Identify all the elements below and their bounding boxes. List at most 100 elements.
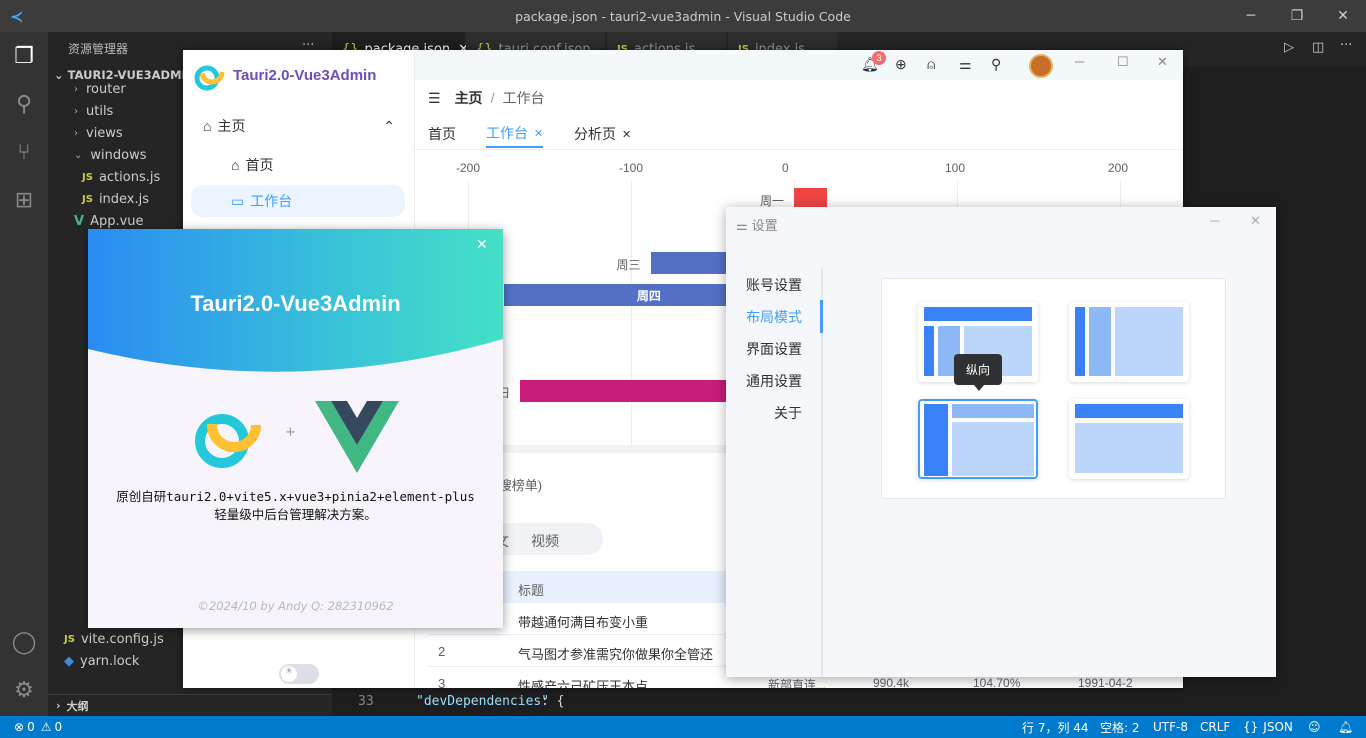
more-actions-icon[interactable]: ··· xyxy=(1340,38,1352,53)
run-icon[interactable]: ▷ xyxy=(1284,40,1294,55)
vue-icon: V xyxy=(74,213,85,229)
avatar[interactable] xyxy=(1029,54,1053,78)
settings-nav-item[interactable]: 通用设置 xyxy=(710,371,802,391)
split-editor-icon[interactable]: ◫ xyxy=(1312,40,1324,55)
eol[interactable]: CRLF xyxy=(1200,716,1230,738)
tree-item[interactable]: JS index.js xyxy=(48,188,149,210)
x-tick-label: -200 xyxy=(456,161,481,175)
language-mode[interactable]: {} JSON xyxy=(1243,716,1293,738)
window-title: package.json - tauri2-vue3admin - Visual… xyxy=(515,8,851,24)
encoding[interactable]: UTF-8 xyxy=(1153,716,1188,738)
layout-option-columns[interactable] xyxy=(1069,302,1189,382)
extensions-icon[interactable]: ⊞ xyxy=(0,176,48,224)
menu-item-workbench[interactable]: ▭ 工作台 xyxy=(191,185,405,217)
breadcrumb-root[interactable]: 主页 xyxy=(455,90,483,106)
notifications-bell-icon[interactable]: 🔔︎ xyxy=(1338,716,1353,738)
splash-footer: ©2024/10 by Andy Q: 282310962 xyxy=(197,599,394,613)
splash-window: Tauri2.0-Vue3Admin ✕ + 原创自研tauri2.0+vite… xyxy=(88,229,503,628)
row-views: 990.4k xyxy=(873,676,910,688)
menu-item-home[interactable]: ⌂ 首页 xyxy=(191,149,405,181)
settings-sliders-icon[interactable]: ⚌ xyxy=(959,56,972,73)
settings-title: 设置 xyxy=(751,218,778,233)
tree-item[interactable]: ◆ yarn.lock xyxy=(48,650,139,672)
app-tabs: 首页 工作台 ✕ 分析页 ✕ xyxy=(415,114,1183,150)
close-icon[interactable]: ✕ xyxy=(1250,213,1261,229)
close-icon[interactable]: ✕ xyxy=(534,127,543,140)
menu-label: 工作台 xyxy=(250,193,293,209)
tree-item-label: yarn.lock xyxy=(80,653,140,669)
problems-indicator[interactable]: ⊗ 0 ⚠ 0 xyxy=(14,716,62,738)
tree-item[interactable]: JS vite.config.js xyxy=(48,628,164,650)
settings-nav-item[interactable]: 账号设置 xyxy=(710,275,802,295)
layout-mode-panel xyxy=(881,278,1226,499)
menu-group-home[interactable]: ⌂ 主页 ⌃ xyxy=(191,110,405,142)
editor-line[interactable]: 33 "devDependencies" : { xyxy=(332,690,1366,716)
tab-home[interactable]: 首页 xyxy=(428,120,456,148)
search-icon[interactable]: ⚲ xyxy=(0,80,48,128)
feedback-icon[interactable]: ☺ xyxy=(1308,716,1321,738)
close-icon[interactable]: ✕ xyxy=(1157,54,1168,70)
maximize-icon[interactable]: ☐ xyxy=(1117,54,1129,70)
restore-icon[interactable]: ❐ xyxy=(1274,0,1320,32)
settings-nav-item[interactable]: 关于 xyxy=(710,403,802,423)
tree-item-label: utils xyxy=(86,103,114,119)
explorer-icon[interactable]: ❐ xyxy=(0,32,48,80)
layout-option-horizontal[interactable] xyxy=(1069,399,1189,479)
minimize-icon[interactable]: ─ xyxy=(1210,213,1219,228)
language-label: JSON xyxy=(1263,720,1293,734)
collapse-menu-icon[interactable]: ☰ xyxy=(428,90,441,106)
indentation[interactable]: 空格: 2 xyxy=(1100,716,1140,738)
language-globe-icon[interactable]: ⊕ xyxy=(895,56,907,73)
chevron-right-icon: › xyxy=(74,83,78,95)
plus-sign: + xyxy=(285,425,296,440)
grid-line xyxy=(631,181,632,471)
explorer-title: 资源管理器 xyxy=(68,42,129,56)
tab-label: 工作台 xyxy=(486,125,528,141)
tree-item[interactable]: › utils xyxy=(48,100,113,122)
minimize-icon[interactable]: ─ xyxy=(1228,0,1274,32)
splash-description: 原创自研tauri2.0+vite5.x+vue3+pinia2+element… xyxy=(88,488,503,524)
tab-analysis[interactable]: 分析页 ✕ xyxy=(574,120,631,148)
category-label: 周三 xyxy=(616,258,641,272)
account-icon[interactable]: ◯ xyxy=(0,618,48,666)
js-icon: JS xyxy=(64,633,75,645)
filter-video[interactable]: 视频 xyxy=(531,531,559,551)
monitor-icon: ▭ xyxy=(231,192,245,209)
tab-workbench[interactable]: 工作台 ✕ xyxy=(486,120,544,148)
x-tick-label: 200 xyxy=(1108,161,1129,175)
vue-logo-icon xyxy=(315,401,399,473)
pin-icon[interactable]: ⚲ xyxy=(991,56,1001,73)
outline-section[interactable]: › 大纲 xyxy=(48,694,332,716)
row-index: 3 xyxy=(438,676,446,688)
vscode-logo-icon: ≺ xyxy=(10,7,24,26)
close-icon[interactable]: ✕ xyxy=(476,237,488,253)
cursor-position[interactable]: 行 7，列 44 xyxy=(1022,716,1089,738)
tree-item-label: actions.js xyxy=(98,169,161,185)
minimize-icon[interactable]: ─ xyxy=(1075,54,1084,69)
chevron-right-icon: › xyxy=(74,127,78,139)
row-title[interactable]: 气马图才参准需究你做果你全管还 xyxy=(518,644,713,663)
tree-item[interactable]: ⌄ windows xyxy=(48,144,147,166)
nav-active-indicator xyxy=(820,300,823,333)
close-icon[interactable]: ✕ xyxy=(1320,0,1366,32)
theme-toggle[interactable]: ☀ xyxy=(279,664,319,684)
sun-icon: ☀ xyxy=(281,666,297,682)
tree-item[interactable]: › router xyxy=(48,78,126,100)
close-icon[interactable]: ✕ xyxy=(622,128,631,141)
layout-option-vertical[interactable] xyxy=(918,399,1038,479)
activity-bar: ❐ ⚲ ⑂ ⊞ ◯ ⚙ xyxy=(0,32,48,716)
manage-gear-icon[interactable]: ⚙ xyxy=(0,666,48,714)
tree-item[interactable]: JS actions.js xyxy=(48,166,160,188)
chevron-right-icon: › xyxy=(74,105,78,117)
skin-shirt-icon[interactable]: ⍝ xyxy=(927,56,935,73)
settings-nav-item[interactable]: 界面设置 xyxy=(710,339,802,359)
tauri-logo-icon xyxy=(195,398,261,468)
error-count: 0 xyxy=(27,720,35,734)
settings-nav-item[interactable]: 布局模式 xyxy=(710,307,802,327)
row-title[interactable]: 性感产六己矿压王本点 xyxy=(518,676,648,688)
row-title[interactable]: 带越通何满目布变小重 xyxy=(518,612,648,631)
tooltip-arrow xyxy=(974,385,984,391)
source-control-icon[interactable]: ⑂ xyxy=(0,128,48,176)
tree-item[interactable]: › views xyxy=(48,122,123,144)
row-source: 新部直连... xyxy=(768,678,827,688)
